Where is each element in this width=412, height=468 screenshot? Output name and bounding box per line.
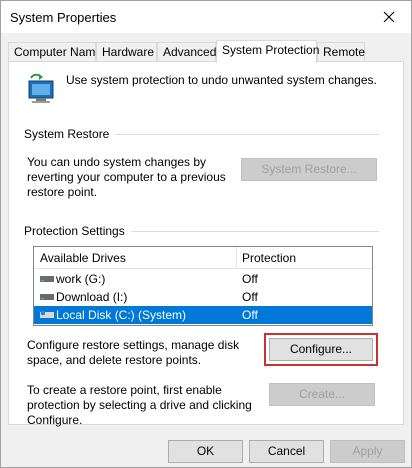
- tab-remote[interactable]: Remote: [317, 42, 365, 62]
- drive-name: work (G:): [56, 272, 106, 286]
- ok-button[interactable]: OK: [168, 440, 243, 463]
- system-restore-button[interactable]: System Restore...: [241, 158, 377, 181]
- close-button[interactable]: [367, 1, 411, 33]
- drives-list[interactable]: Available Drives Protection work (G:) Of…: [33, 246, 373, 326]
- tab-hardware[interactable]: Hardware: [96, 42, 157, 62]
- column-available-drives[interactable]: Available Drives: [40, 251, 126, 265]
- system-drive-icon: [40, 311, 54, 318]
- tab-advanced[interactable]: Advanced: [157, 42, 216, 62]
- drive-row[interactable]: Download (I:) Off: [34, 288, 372, 306]
- system-restore-description: You can undo system changes by reverting…: [27, 155, 226, 199]
- system-protection-icon: [28, 73, 54, 103]
- drive-row[interactable]: work (G:) Off: [34, 270, 372, 288]
- apply-button[interactable]: Apply: [330, 440, 405, 463]
- column-protection[interactable]: Protection: [242, 251, 296, 265]
- drive-icon: [40, 294, 54, 300]
- system-properties-window: System Properties Computer Name Hardware…: [0, 0, 412, 468]
- cancel-button[interactable]: Cancel: [249, 440, 324, 463]
- create-description: To create a restore point, first enable …: [27, 383, 252, 427]
- drive-protection-status: Off: [242, 272, 258, 286]
- window-title: System Properties: [10, 10, 117, 25]
- system-restore-label: System Restore: [24, 127, 116, 141]
- drive-icon: [40, 276, 54, 282]
- configure-description: Configure restore settings, manage disk …: [27, 338, 240, 367]
- configure-button[interactable]: Configure...: [269, 338, 373, 361]
- drives-header: Available Drives Protection: [34, 247, 372, 269]
- create-button[interactable]: Create...: [269, 383, 375, 406]
- protection-settings-label: Protection Settings: [24, 224, 131, 238]
- tab-system-protection[interactable]: System Protection: [216, 40, 319, 63]
- intro-text: Use system protection to undo unwanted s…: [66, 73, 377, 87]
- column-separator: [236, 247, 237, 269]
- drive-protection-status: Off: [242, 308, 258, 322]
- title-bar: System Properties: [1, 1, 411, 33]
- close-icon: [383, 11, 395, 23]
- drive-name: Local Disk (C:) (System): [56, 308, 187, 322]
- drive-name: Download (I:): [56, 290, 128, 304]
- system-protection-panel: Use system protection to undo unwanted s…: [8, 61, 404, 427]
- drive-row-selected[interactable]: Local Disk (C:) (System) Off: [34, 306, 372, 324]
- drive-protection-status: Off: [242, 290, 258, 304]
- tab-computer-name[interactable]: Computer Name: [8, 42, 102, 62]
